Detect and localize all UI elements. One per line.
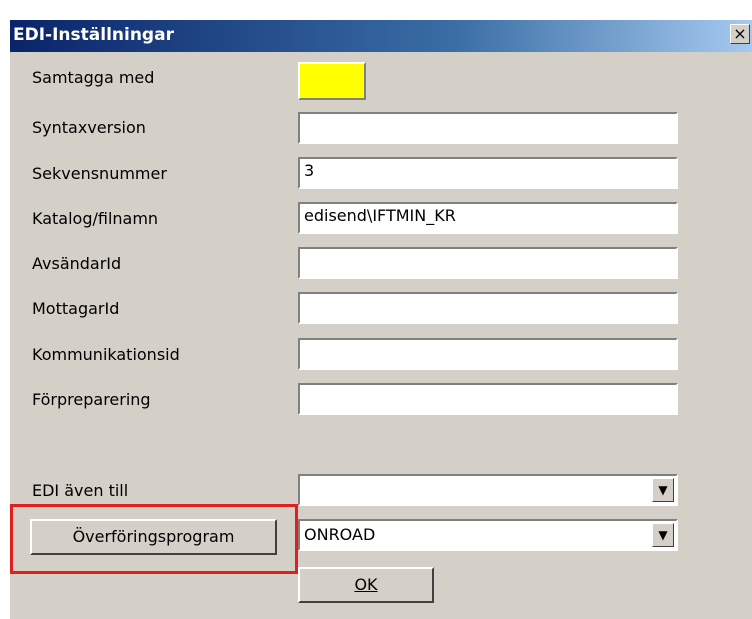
close-icon: × [733,24,747,43]
edi-aven-till-select[interactable]: ▼ [298,474,678,506]
label-avsandarid: AvsändarId [32,254,122,273]
syntaxversion-field[interactable] [298,112,678,144]
chevron-down-icon[interactable]: ▼ [652,523,674,547]
label-kommunikationsid: Kommunikationsid [32,345,180,364]
ok-button[interactable]: OK [298,567,434,603]
label-mottagarid: MottagarId [32,299,120,318]
kommunikationsid-field[interactable] [298,338,678,370]
highlight-box [10,504,298,574]
overforingsprogram-value: ONROAD [304,525,376,544]
label-syntaxversion: Syntaxversion [32,118,146,137]
sekvensnummer-field[interactable]: 3 [298,157,678,189]
avsandarid-field[interactable] [298,247,678,279]
window-title: EDI-Inställningar [13,25,174,45]
overforingsprogram-select[interactable]: ONROAD ▼ [298,519,678,551]
label-katalog-filnamn: Katalog/filnamn [32,209,159,228]
forpreparering-field[interactable] [298,383,678,415]
label-samtagga: Samtagga med [32,68,155,87]
samtagga-color-swatch[interactable] [298,62,366,100]
chevron-down-icon[interactable]: ▼ [652,478,674,502]
close-button[interactable]: × [730,24,750,44]
label-sekvensnummer: Sekvensnummer [32,164,167,183]
title-bar[interactable]: EDI-Inställningar × [10,20,752,52]
dialog-body: Samtagga med Syntaxversion Sekvensnummer… [10,52,752,619]
label-edi-aven-till: EDI även till [32,481,129,500]
mottagarid-field[interactable] [298,292,678,324]
label-forpreparering: Förpreparering [32,390,151,409]
dialog-window: EDI-Inställningar × Samtagga med Syntaxv… [0,0,752,619]
katalog-filnamn-field[interactable]: edisend\IFTMIN_KR [298,202,678,234]
